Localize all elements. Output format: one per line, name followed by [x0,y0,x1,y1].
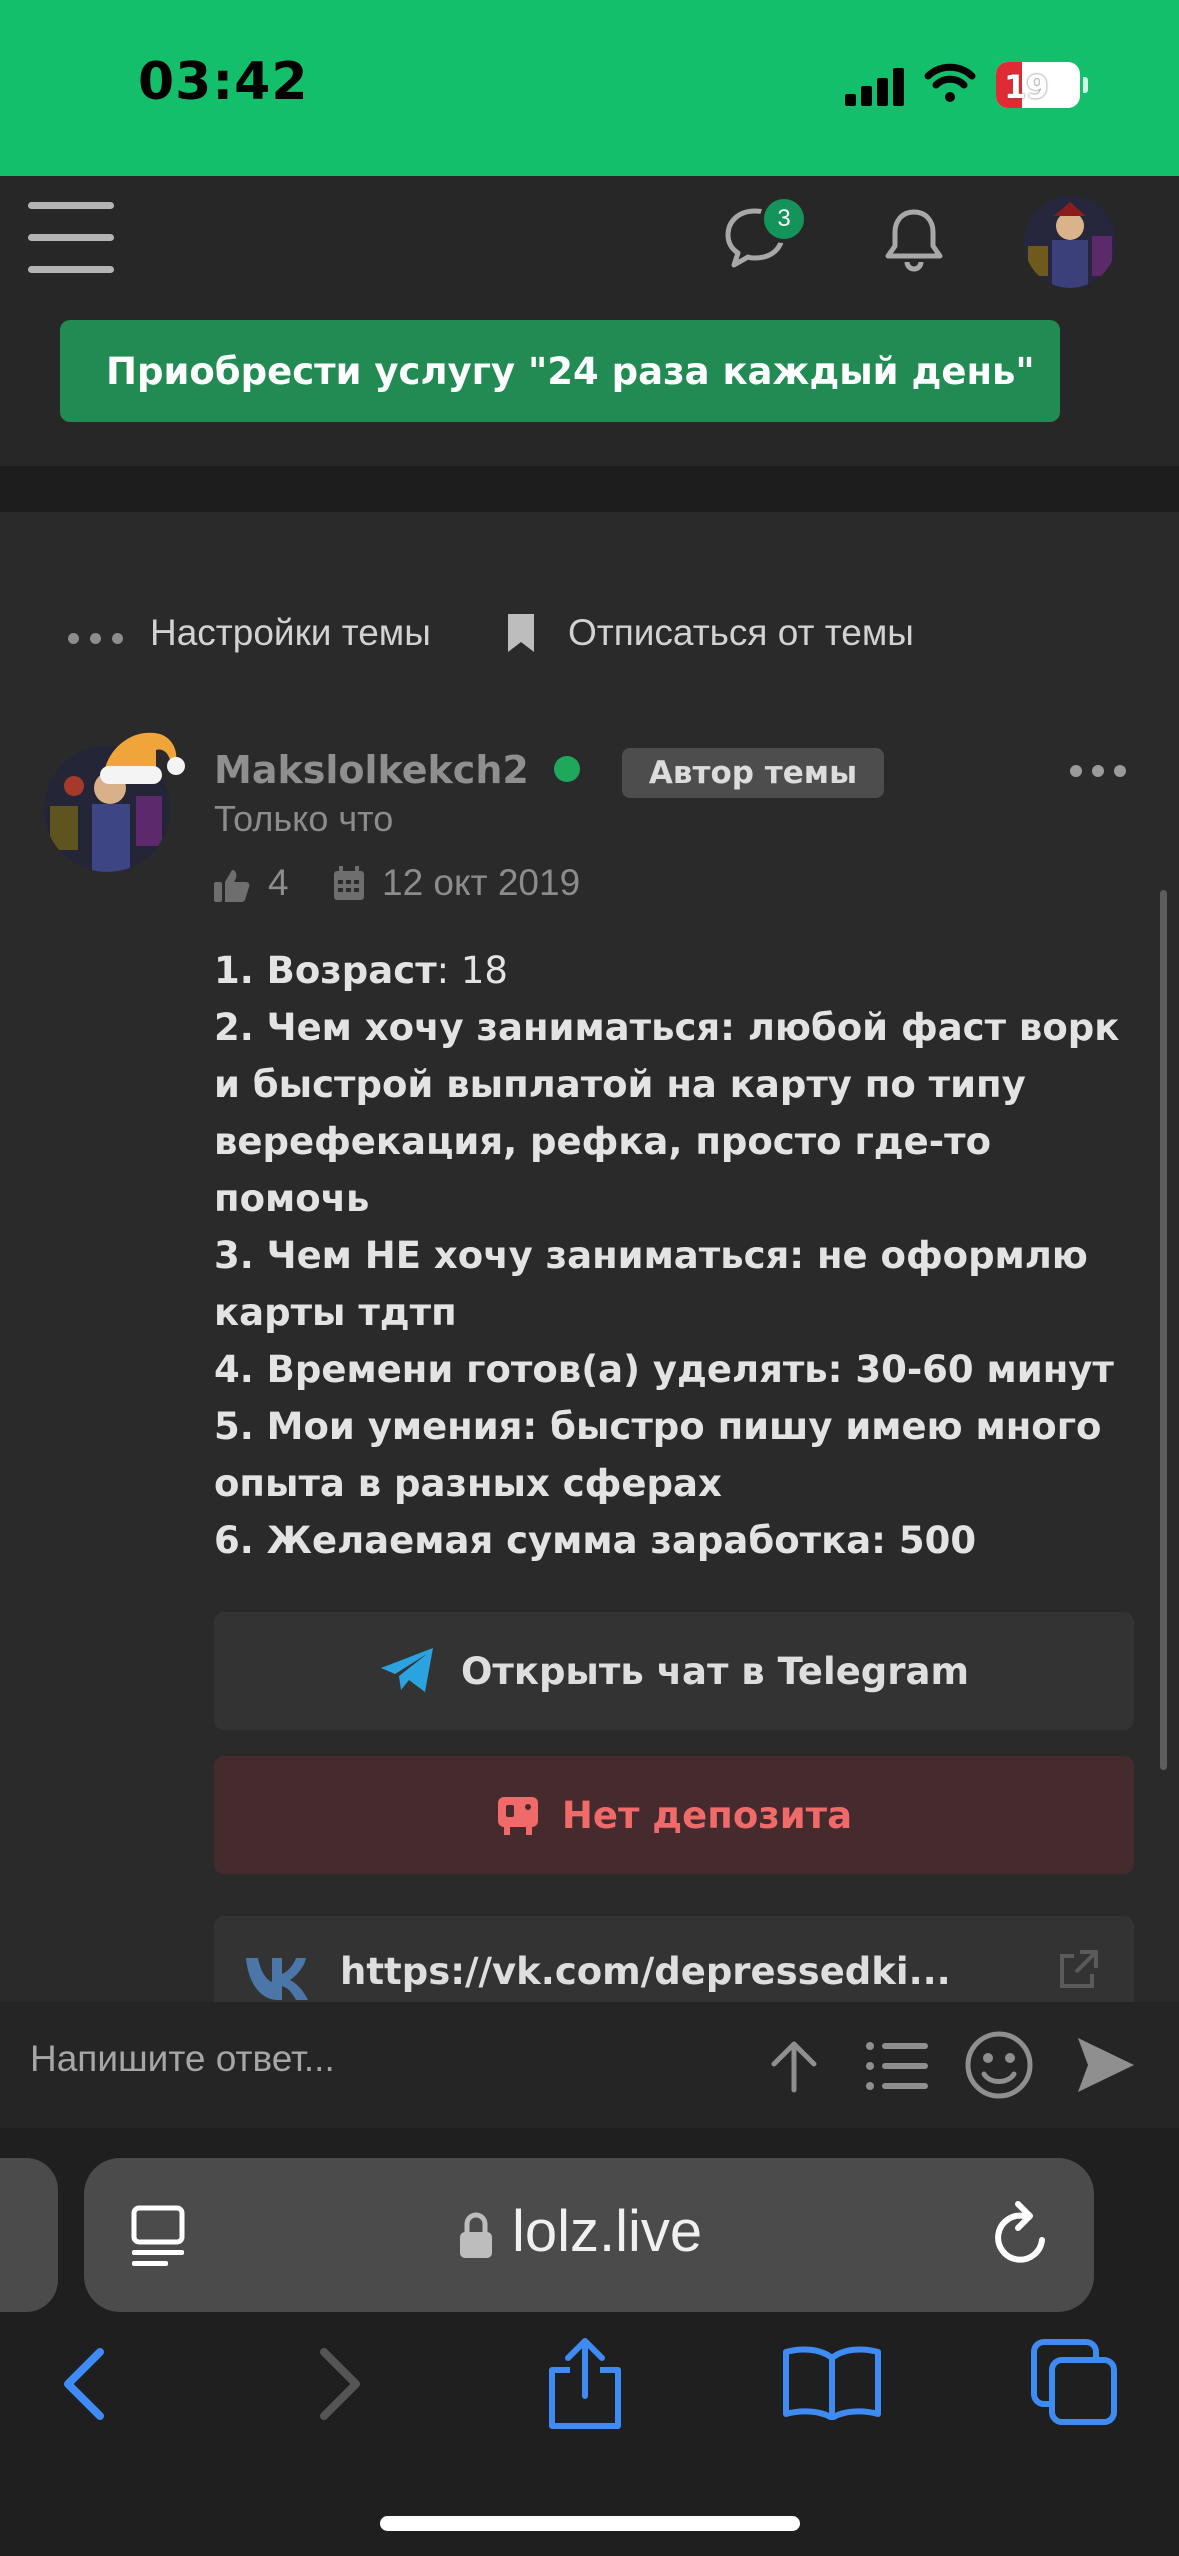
post-line: 4. Времени готов(а) уделять: 30-60 минут [214,1348,1114,1391]
bookmarks-icon[interactable] [782,2344,882,2420]
cellular-signal-icon [845,68,905,106]
lock-icon [460,2212,492,2258]
battery-icon: 19 [996,62,1088,108]
post-line: 6. Желаемая сумма заработка: 500 [214,1519,977,1562]
likes-count: 4 [268,862,289,903]
post-line: 3. Чем НЕ хочу заниматься: не оформлю ка… [214,1234,1088,1334]
url-text[interactable]: lolz.live [512,2198,702,2265]
back-icon[interactable] [58,2346,108,2422]
deposit-icon [497,1797,538,1835]
registration-date: 12 окт 2019 [382,862,581,903]
send-icon[interactable] [1074,2034,1138,2096]
user-avatar[interactable] [1024,196,1116,288]
no-deposit-button[interactable]: Нет депозита [214,1756,1134,1874]
scrollbar[interactable] [1160,890,1167,1770]
vk-icon [246,1958,308,2000]
santa-hat-icon [100,732,185,784]
bookmark-icon [508,614,534,652]
post-line-value: : 18 [436,949,508,992]
telegram-button-label: Открыть чат в Telegram [460,1649,970,1693]
emoji-icon[interactable] [964,2030,1034,2100]
like-icon [214,870,250,902]
reply-input[interactable] [30,2038,710,2080]
reload-icon[interactable] [990,2200,1054,2270]
status-time: 03:42 [138,52,309,112]
post-body: 1. Возраст: 18 2. Чем хочу заниматься: л… [214,942,1144,1569]
page-menu-icon[interactable] [128,2204,188,2268]
section-divider [0,466,1179,512]
bell-icon[interactable] [880,204,948,272]
post-time: Только что [214,798,394,839]
more-dots-icon[interactable] [68,633,124,645]
calendar-icon [334,866,364,900]
wifi-icon [924,63,976,102]
post-line: 2. Чем хочу заниматься: любой фаст ворк … [214,1006,1120,1220]
previous-tab-preview[interactable] [0,2158,58,2312]
share-icon[interactable] [544,2336,626,2432]
external-link-icon[interactable] [1056,1948,1100,1992]
vk-link[interactable]: https://vk.com/depressedki... [340,1950,951,1993]
post-line-label: 1. Возраст [214,949,437,992]
promo-button[interactable]: Приобрести услугу "24 раза каждый день" [60,320,1060,422]
telegram-icon [380,1648,433,1692]
online-status-indicator [554,756,580,782]
arrow-up-icon[interactable] [766,2038,822,2094]
home-indicator[interactable] [380,2516,800,2531]
post-line: 5. Мои умения: быстро пишу имею много оп… [214,1405,1102,1505]
unsubscribe-link[interactable]: Отписаться от темы [568,612,914,654]
post-line: 1. Возраст: 18 [214,942,1144,999]
post-username[interactable]: Makslolkekch2 [214,748,529,792]
author-badge: Автор темы [622,748,884,798]
post-menu-icon[interactable] [1070,765,1126,777]
tabs-icon[interactable] [1030,2338,1120,2428]
conversations-count-badge: 3 [760,195,808,243]
menu-icon[interactable] [28,202,114,274]
deposit-button-label: Нет депозита [561,1793,853,1837]
forward-icon[interactable] [316,2346,366,2422]
thread-settings-link[interactable]: Настройки темы [150,612,431,654]
list-icon[interactable] [864,2040,930,2092]
telegram-chat-button[interactable]: Открыть чат в Telegram [214,1612,1134,1730]
battery-level: 19 [1004,68,1049,106]
